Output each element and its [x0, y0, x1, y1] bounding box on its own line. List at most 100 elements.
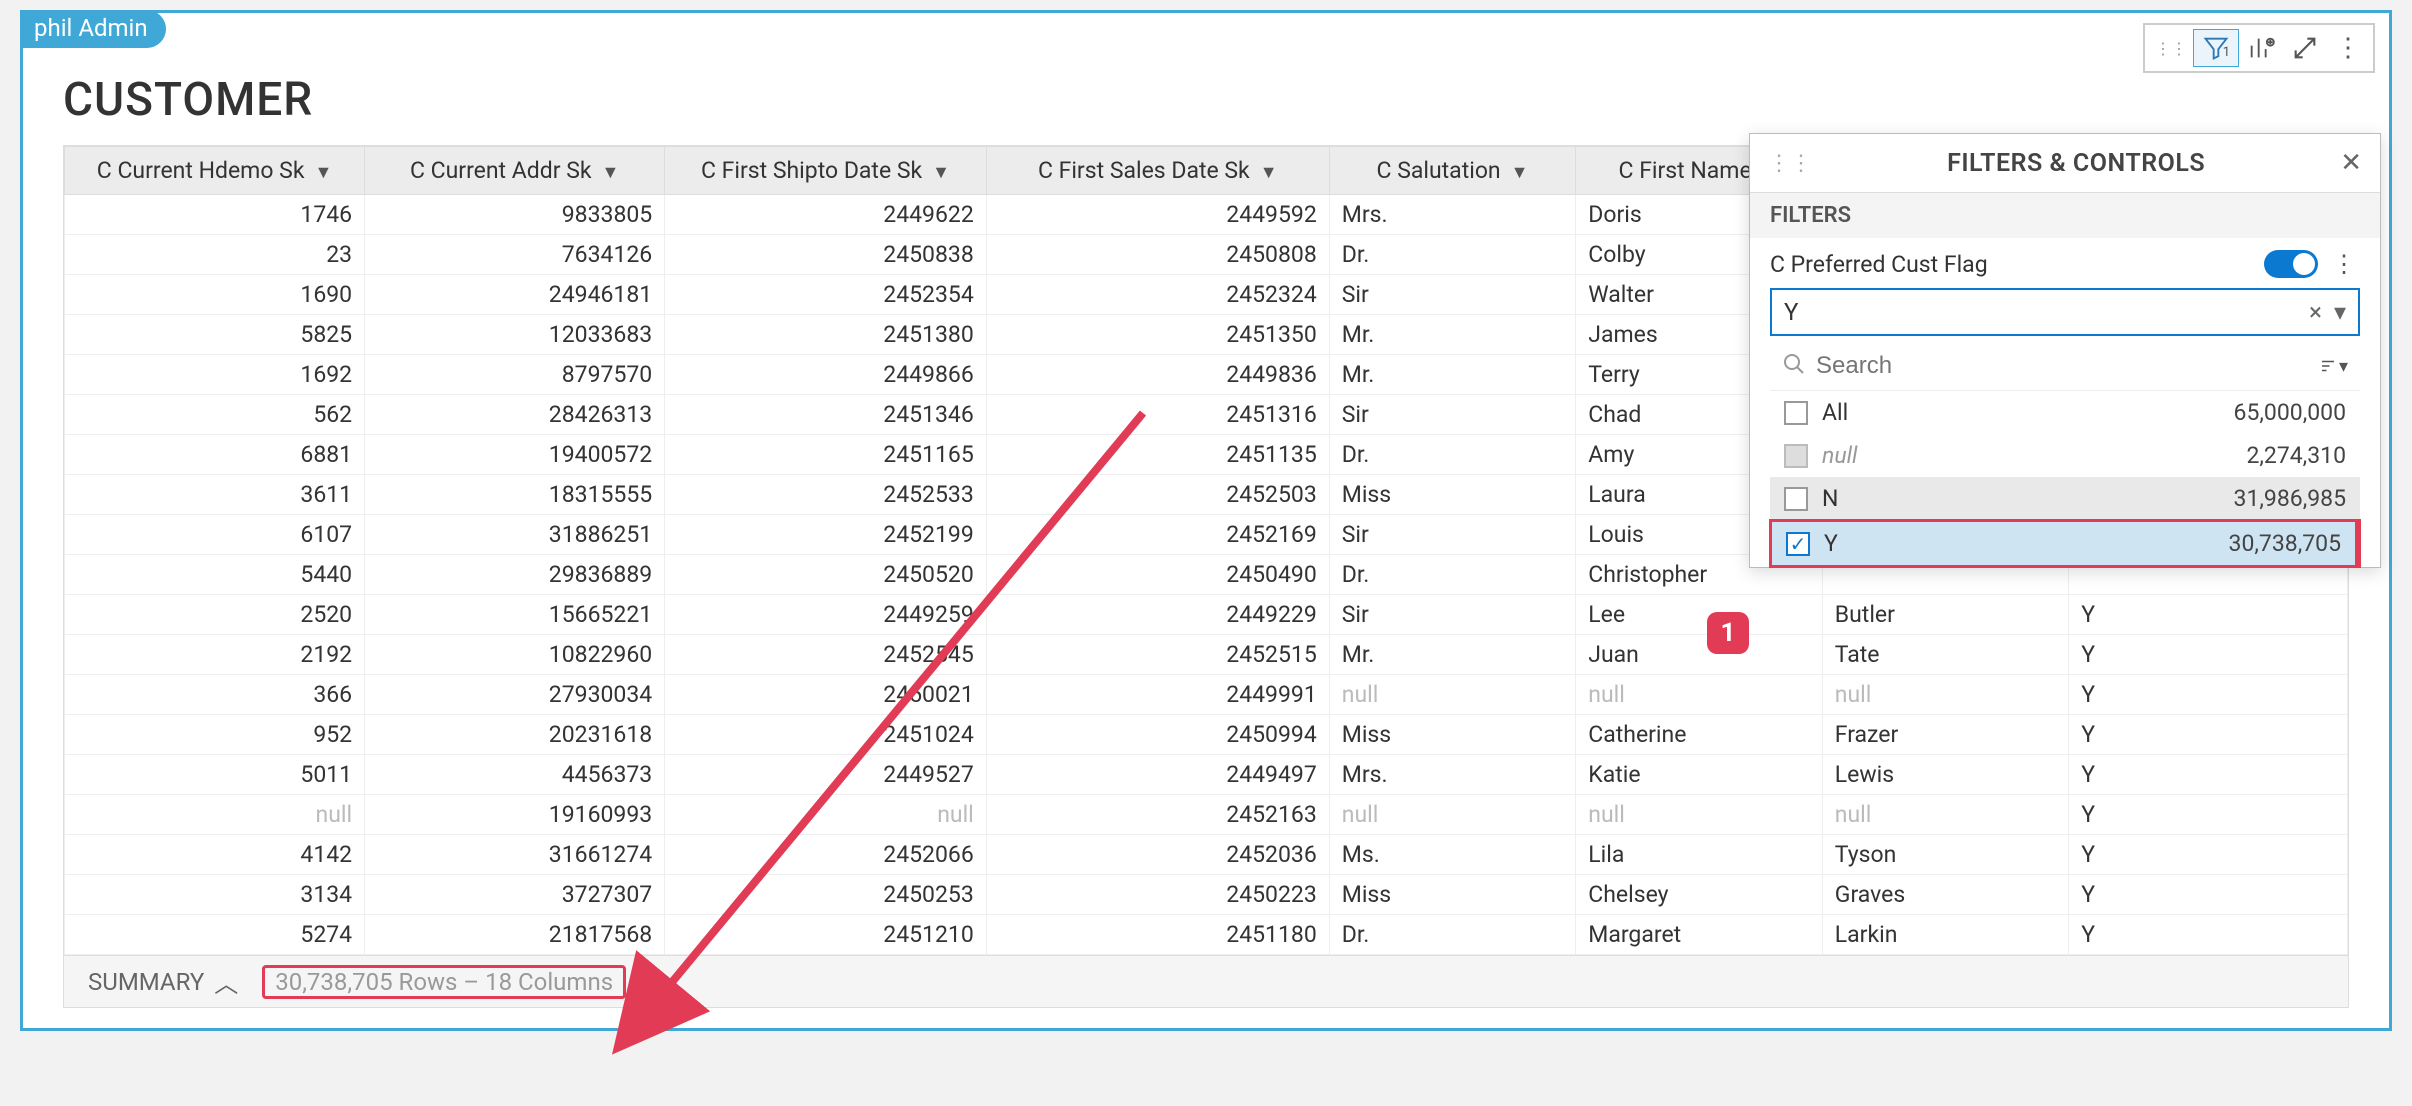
checkbox-icon[interactable]: [1784, 401, 1808, 425]
filter-option[interactable]: N31,986,985: [1770, 477, 2360, 520]
filter-value-select[interactable]: Y × ▾: [1770, 288, 2360, 336]
table-cell[interactable]: Sir: [1329, 275, 1576, 315]
table-row[interactable]: 9522023161824510242450994MissCatherineFr…: [65, 715, 2348, 755]
table-cell[interactable]: 2192: [65, 635, 365, 675]
table-cell[interactable]: 6107: [65, 515, 365, 555]
filter-toolbar-button[interactable]: 1: [2193, 29, 2239, 67]
table-cell[interactable]: Larkin: [1822, 915, 2069, 955]
table-cell[interactable]: 1746: [65, 195, 365, 235]
table-row[interactable]: 52742181756824512102451180Dr.MargaretLar…: [65, 915, 2348, 955]
table-cell[interactable]: 23: [65, 235, 365, 275]
table-cell[interactable]: 2450838: [665, 235, 987, 275]
table-cell[interactable]: 2449527: [665, 755, 987, 795]
filter-option[interactable]: ✓Y30,738,705: [1769, 519, 2361, 568]
table-cell[interactable]: 12033683: [365, 315, 665, 355]
table-cell[interactable]: 29836889: [365, 555, 665, 595]
checkbox-icon[interactable]: ✓: [1786, 532, 1810, 556]
table-cell[interactable]: Dr.: [1329, 555, 1576, 595]
table-cell[interactable]: 2452503: [986, 475, 1329, 515]
chevron-down-icon[interactable]: ▾: [2334, 298, 2346, 326]
filter-more-button[interactable]: ⋮: [2328, 250, 2360, 278]
table-cell[interactable]: Miss: [1329, 715, 1576, 755]
table-cell[interactable]: Lee: [1576, 595, 1823, 635]
table-cell[interactable]: 2450994: [986, 715, 1329, 755]
table-cell[interactable]: Y: [2069, 875, 2348, 915]
table-cell[interactable]: Mr.: [1329, 355, 1576, 395]
filter-search-input[interactable]: [1816, 352, 2309, 380]
table-cell[interactable]: 3611: [65, 475, 365, 515]
table-cell[interactable]: 2452533: [665, 475, 987, 515]
chart-toolbar-button[interactable]: [2239, 30, 2283, 66]
table-cell[interactable]: null: [1329, 675, 1576, 715]
table-cell[interactable]: Juan: [1576, 635, 1823, 675]
table-cell[interactable]: null: [1576, 675, 1823, 715]
table-cell[interactable]: Dr.: [1329, 235, 1576, 275]
table-cell[interactable]: 2452199: [665, 515, 987, 555]
table-cell[interactable]: 21817568: [365, 915, 665, 955]
table-cell[interactable]: Graves: [1822, 875, 2069, 915]
table-cell[interactable]: 2451346: [665, 395, 987, 435]
table-cell[interactable]: 2450253: [665, 875, 987, 915]
table-cell[interactable]: 2452169: [986, 515, 1329, 555]
table-cell[interactable]: Y: [2069, 675, 2348, 715]
filter-option[interactable]: null2,274,310: [1770, 434, 2360, 477]
table-cell[interactable]: Miss: [1329, 875, 1576, 915]
table-cell[interactable]: 5274: [65, 915, 365, 955]
table-cell[interactable]: 4456373: [365, 755, 665, 795]
table-cell[interactable]: 2450021: [665, 675, 987, 715]
more-toolbar-button[interactable]: ⋮: [2327, 29, 2369, 67]
table-cell[interactable]: Margaret: [1576, 915, 1823, 955]
table-cell[interactable]: 10822960: [365, 635, 665, 675]
table-cell[interactable]: 18315555: [365, 475, 665, 515]
chevron-up-icon[interactable]: ︿: [214, 964, 238, 999]
table-cell[interactable]: 28426313: [365, 395, 665, 435]
expand-toolbar-button[interactable]: [2283, 30, 2327, 66]
table-cell[interactable]: 2452036: [986, 835, 1329, 875]
toolbar-grip-icon[interactable]: ⋮⋮: [2149, 39, 2193, 58]
sort-button[interactable]: ▾: [2319, 356, 2348, 377]
column-header[interactable]: C First Sales Date Sk▼: [986, 147, 1329, 195]
table-row[interactable]: 25201566522124492592449229SirLeeButlerY: [65, 595, 2348, 635]
table-cell[interactable]: 1690: [65, 275, 365, 315]
table-cell[interactable]: Mr.: [1329, 635, 1576, 675]
table-cell[interactable]: 2449592: [986, 195, 1329, 235]
table-cell[interactable]: 2451135: [986, 435, 1329, 475]
table-row[interactable]: 41423166127424520662452036Ms.LilaTysonY: [65, 835, 2348, 875]
table-cell[interactable]: 2452545: [665, 635, 987, 675]
table-cell[interactable]: 8797570: [365, 355, 665, 395]
table-cell[interactable]: 2452354: [665, 275, 987, 315]
table-cell[interactable]: Y: [2069, 835, 2348, 875]
table-cell[interactable]: 31661274: [365, 835, 665, 875]
table-cell[interactable]: 5825: [65, 315, 365, 355]
table-cell[interactable]: 6881: [65, 435, 365, 475]
table-cell[interactable]: 2452163: [986, 795, 1329, 835]
table-cell[interactable]: Sir: [1329, 515, 1576, 555]
table-cell[interactable]: 20231618: [365, 715, 665, 755]
table-cell[interactable]: Katie: [1576, 755, 1823, 795]
table-cell[interactable]: null: [1822, 675, 2069, 715]
table-cell[interactable]: 2450520: [665, 555, 987, 595]
panel-grip-icon[interactable]: ⋮⋮: [1768, 151, 1812, 176]
table-cell[interactable]: Butler: [1822, 595, 2069, 635]
table-cell[interactable]: 2450490: [986, 555, 1329, 595]
table-cell[interactable]: Mrs.: [1329, 755, 1576, 795]
table-cell[interactable]: Ms.: [1329, 835, 1576, 875]
table-cell[interactable]: 19160993: [365, 795, 665, 835]
table-cell[interactable]: null: [65, 795, 365, 835]
table-row[interactable]: 3662793003424500212449991nullnullnullY: [65, 675, 2348, 715]
table-cell[interactable]: 2452324: [986, 275, 1329, 315]
table-cell[interactable]: 2449991: [986, 675, 1329, 715]
table-cell[interactable]: Y: [2069, 595, 2348, 635]
table-cell[interactable]: 2452515: [986, 635, 1329, 675]
summary-footer[interactable]: SUMMARY ︿ 30,738,705 Rows – 18 Columns: [63, 956, 2349, 1008]
table-cell[interactable]: 2449836: [986, 355, 1329, 395]
table-cell[interactable]: Lewis: [1822, 755, 2069, 795]
table-cell[interactable]: Y: [2069, 715, 2348, 755]
table-cell[interactable]: Dr.: [1329, 435, 1576, 475]
table-cell[interactable]: Sir: [1329, 395, 1576, 435]
table-cell[interactable]: 562: [65, 395, 365, 435]
table-cell[interactable]: 27930034: [365, 675, 665, 715]
table-cell[interactable]: 2449259: [665, 595, 987, 635]
table-cell[interactable]: 2452066: [665, 835, 987, 875]
table-cell[interactable]: 366: [65, 675, 365, 715]
